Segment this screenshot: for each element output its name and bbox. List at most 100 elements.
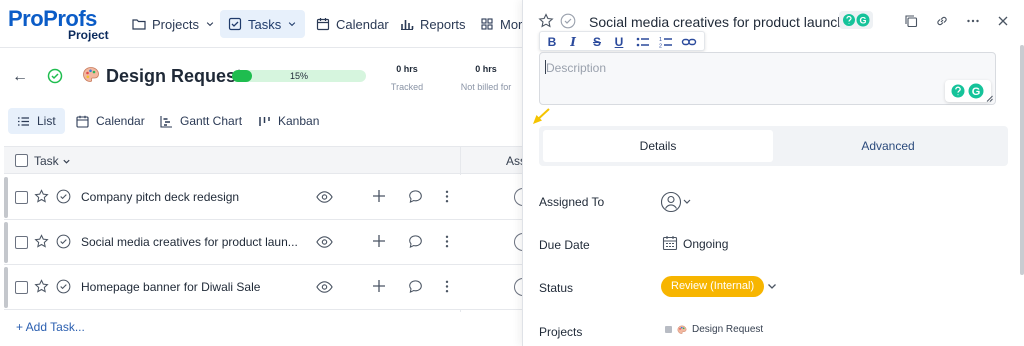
project-chip-label: Design Request: [692, 324, 764, 335]
tracked-label: Tracked: [390, 82, 424, 92]
strikethrough-button[interactable]: S: [589, 34, 605, 50]
add-subtask-icon[interactable]: [372, 234, 386, 248]
table-row[interactable]: Homepage banner for Diwali Sale: [4, 265, 528, 310]
palette-emoji-icon: [83, 67, 99, 82]
back-arrow-icon[interactable]: ←: [12, 68, 28, 86]
kanban-icon: [259, 116, 270, 126]
due-date-value[interactable]: Ongoing: [683, 237, 728, 251]
tab-calendar[interactable]: Calendar: [67, 108, 154, 134]
tab-details[interactable]: Details: [543, 130, 773, 162]
eye-icon[interactable]: [316, 280, 333, 294]
select-all-checkbox[interactable]: [15, 154, 28, 167]
project-chip[interactable]: Design Request: [665, 324, 763, 335]
link-icon[interactable]: [935, 14, 949, 28]
svg-text:2: 2: [659, 44, 662, 50]
tab-gantt-chart-label: Gantt Chart: [180, 114, 243, 128]
complete-check-icon[interactable]: [56, 234, 71, 249]
task-column-header[interactable]: Task: [34, 154, 71, 168]
star-icon[interactable]: [538, 13, 554, 29]
more-vertical-icon[interactable]: [444, 189, 450, 204]
more-vertical-icon[interactable]: [444, 234, 450, 249]
row-checkbox[interactable]: [15, 281, 28, 294]
complete-check-icon[interactable]: [56, 189, 71, 204]
nav-projects[interactable]: Projects: [124, 10, 223, 38]
eye-icon[interactable]: [316, 235, 333, 249]
comment-icon[interactable]: [408, 189, 423, 204]
project-color-swatch: [665, 326, 672, 333]
row-drag-handle[interactable]: [4, 267, 8, 308]
assigned-to-label: Assigned To: [539, 195, 605, 209]
nav-calendar-label: Calendar: [336, 16, 389, 32]
svg-text:G: G: [859, 16, 866, 26]
proprofs-logo[interactable]: ProProfs Project: [8, 6, 128, 42]
comment-icon[interactable]: [408, 279, 423, 294]
tab-kanban-label: Kanban: [278, 114, 320, 128]
row-drag-handle[interactable]: [4, 177, 8, 218]
tab-kanban[interactable]: Kanban: [249, 108, 328, 134]
add-subtask-icon[interactable]: [372, 279, 386, 293]
table-row[interactable]: Social media creatives for product laun.…: [4, 220, 528, 265]
numbered-list-icon[interactable]: 12: [658, 34, 674, 50]
tracked-hours: 0 hrs: [396, 64, 418, 74]
text-format-toolbar: B I S U 12: [539, 31, 705, 51]
row-drag-handle[interactable]: [4, 222, 8, 263]
svg-text:G: G: [972, 86, 981, 98]
close-icon[interactable]: [996, 14, 1010, 28]
gantt-icon: [160, 115, 172, 128]
complete-check-icon[interactable]: [56, 279, 71, 294]
task-name[interactable]: Homepage banner for Diwali Sale: [81, 280, 260, 294]
chevron-down-icon[interactable]: [767, 281, 777, 291]
status-badge[interactable]: Review (Internal): [661, 276, 765, 297]
comment-icon[interactable]: [408, 234, 423, 249]
more-horizontal-icon[interactable]: [966, 14, 980, 28]
insert-link-icon[interactable]: [681, 34, 697, 50]
add-subtask-icon[interactable]: [372, 189, 386, 203]
grammarly-icon[interactable]: G: [839, 11, 873, 29]
bold-button[interactable]: B: [544, 34, 560, 50]
complete-check-icon[interactable]: [560, 13, 576, 29]
add-task-link[interactable]: + Add Task...: [16, 320, 85, 334]
svg-text:1: 1: [659, 37, 662, 43]
brand-product: Project: [68, 28, 109, 42]
status-label: Status: [539, 281, 574, 295]
resize-handle-icon[interactable]: [986, 95, 993, 102]
assignee-picker[interactable]: [661, 191, 691, 213]
underline-button[interactable]: U: [611, 34, 627, 50]
task-title[interactable]: Social media creatives for product launc…: [589, 14, 845, 30]
task-table-header: Task Ass: [4, 146, 526, 312]
project-progress-bar: 15%: [232, 70, 366, 82]
nav-reports[interactable]: Reports: [392, 10, 474, 38]
row-checkbox[interactable]: [15, 236, 28, 249]
folder-icon: [132, 19, 146, 30]
task-name[interactable]: Social media creatives for product laun.…: [81, 235, 298, 249]
grammarly-icon[interactable]: G: [945, 80, 991, 102]
eye-icon[interactable]: [316, 190, 333, 204]
tab-gantt-chart[interactable]: Gantt Chart: [151, 108, 251, 134]
task-name[interactable]: Company pitch deck redesign: [81, 190, 239, 204]
nav-tasks[interactable]: Tasks: [220, 10, 306, 38]
tab-list[interactable]: List: [8, 108, 65, 134]
star-icon[interactable]: [34, 234, 49, 249]
tab-advanced[interactable]: Advanced: [773, 130, 1003, 162]
chevron-down-icon: [288, 22, 296, 27]
not-billed-stat: 0 hrs Not billed for: [458, 64, 514, 92]
bulleted-list-icon[interactable]: [635, 34, 651, 50]
projects-label: Projects: [539, 325, 583, 339]
star-icon[interactable]: [34, 189, 49, 204]
row-checkbox[interactable]: [15, 191, 28, 204]
due-date-label: Due Date: [539, 238, 590, 252]
more-vertical-icon[interactable]: [444, 279, 450, 294]
list-icon: [18, 116, 29, 126]
complete-check-icon[interactable]: [47, 68, 63, 84]
italic-button[interactable]: I: [565, 34, 581, 50]
scrollbar[interactable]: [1020, 45, 1024, 275]
calendar-icon: [316, 18, 330, 31]
copy-icon[interactable]: [904, 14, 918, 28]
calendar-icon[interactable]: [662, 235, 678, 251]
nav-calendar[interactable]: Calendar: [308, 10, 397, 38]
star-icon[interactable]: [34, 279, 49, 294]
description-input[interactable]: Description G: [539, 52, 996, 105]
nav-reports-label: Reports: [420, 16, 466, 32]
progress-percent: 15%: [289, 71, 308, 81]
table-row[interactable]: Company pitch deck redesign: [4, 175, 528, 220]
